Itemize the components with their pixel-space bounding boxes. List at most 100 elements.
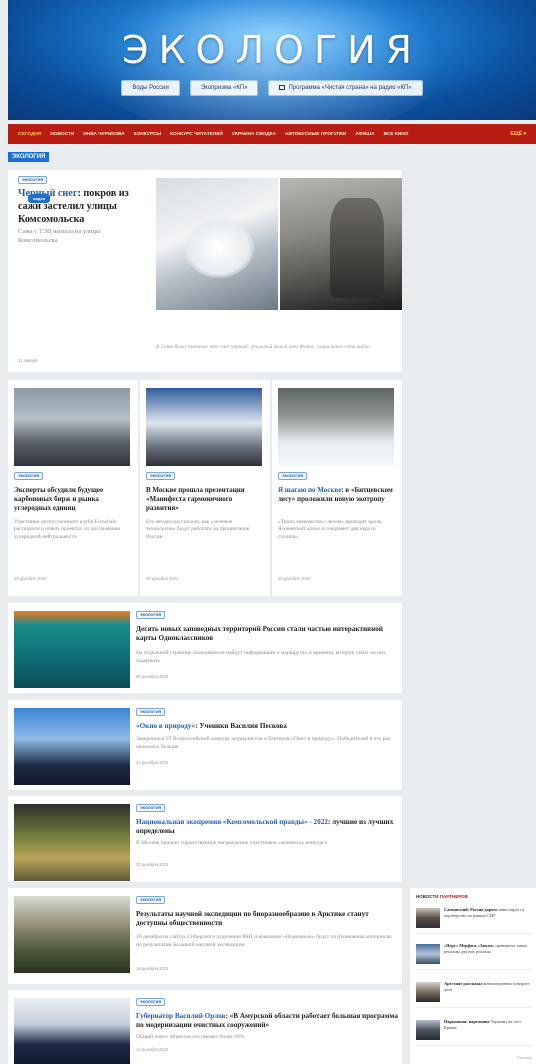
hero-link-label: Программа «Чистая страна» на радио «КП» bbox=[288, 85, 412, 91]
headline-highlight: Губернатор Василий Орлов bbox=[136, 1012, 226, 1020]
headline-highlight: Национальная экопремия «Комсомольской пр… bbox=[136, 818, 328, 826]
news-lead: Участники дискуссионного клуба Ecowhale … bbox=[14, 519, 121, 540]
nav-item-cinema[interactable]: ВСЕ КИНО bbox=[384, 132, 409, 137]
category-badge[interactable]: ЭКОЛОГИЯ bbox=[136, 896, 166, 904]
news-card[interactable]: ЭКОЛОГИЯ В Москве прошла презентация «Ма… bbox=[140, 380, 270, 596]
section-label[interactable]: ЭКОЛОГИЯ bbox=[8, 152, 50, 162]
partner-news-item[interactable]: «Перу» Мерфи и «Аккол» проверили, какие … bbox=[416, 940, 532, 970]
sidebar-heading-prefix: НОВОСТИ bbox=[416, 894, 439, 899]
partner-news-text[interactable]: «Перу» Мерфи и «Аккол» проверили, какие … bbox=[444, 943, 532, 955]
news-thumbnail[interactable] bbox=[14, 998, 130, 1064]
nav-item-ukraine[interactable]: УКРАИНА СВОДКА bbox=[232, 132, 276, 137]
news-date: 15 декабря 2022 bbox=[136, 966, 169, 971]
partner-news-text[interactable]: Арестант рассказал о неожиданном поворот… bbox=[444, 981, 532, 993]
nav-item-bus-tours[interactable]: АВТОБУСНЫЕ ПРОГУЛКИ bbox=[285, 132, 346, 137]
nav-item-contests[interactable]: КОНКУРСЫ bbox=[134, 132, 161, 137]
news-date: 14 декабря 2022 bbox=[136, 1047, 169, 1052]
hero-link-ecoprism[interactable]: Экопризма «КП» bbox=[189, 80, 259, 96]
nav-item-readers-contest[interactable]: КОНКУРС ЧИТАТЕЛЕЙ bbox=[170, 132, 223, 137]
partner-news-title: Сачковский: Россия дорого bbox=[444, 907, 498, 912]
news-headline[interactable]: Эксперты обсудили будущее карбоновых бир… bbox=[14, 486, 132, 512]
news-card[interactable]: ЭКОЛОГИЯ Я шагаю по Москве: в «Битцевско… bbox=[272, 380, 402, 596]
ad-label: Рекламы bbox=[517, 1056, 532, 1060]
news-thumbnail[interactable] bbox=[14, 388, 130, 466]
hero-links: Воды России Экопризма «КП» Программа «Чи… bbox=[8, 80, 536, 96]
news-thumbnail[interactable] bbox=[14, 804, 130, 881]
feature-lead: Сажа с ТЭЦ выпала на улицы Комсомольска bbox=[18, 228, 101, 244]
partner-news-thumbnail[interactable] bbox=[416, 944, 440, 964]
feature-card[interactable]: ЭКОЛОГИЯ Черный снег: покров из сажи зас… bbox=[8, 170, 402, 372]
category-badge[interactable]: ЭКОЛОГИЯ bbox=[136, 804, 166, 812]
feature-caption: В Сети было замечено что снег черный: ре… bbox=[156, 344, 370, 350]
partner-news-item[interactable]: Нарышкин: нарежение Украины на счет Крым… bbox=[416, 1016, 532, 1046]
sidebar-heading: НОВОСТИ ПАРТНЕРОВ bbox=[416, 894, 468, 899]
nav-item-today[interactable]: СЕГОДНЯ bbox=[18, 132, 41, 137]
sidebar-heading-accent: ПАРТНЕРОВ bbox=[439, 894, 468, 899]
news-date: 21 декабря 2022 bbox=[136, 760, 169, 765]
news-headline[interactable]: «Окно в природу»: Ученики Василия Песков… bbox=[136, 722, 398, 731]
video-badge: видео bbox=[28, 194, 51, 203]
partner-news-sidebar: НОВОСТИ ПАРТНЕРОВ Сачковский: Россия дор… bbox=[410, 888, 536, 1064]
partner-news-title: Арестант рассказал о bbox=[444, 981, 486, 986]
news-row[interactable]: ЭКОЛОГИЯ Губернатор Василий Орлов: «В Ам… bbox=[8, 990, 402, 1064]
partner-news-thumbnail[interactable] bbox=[416, 908, 440, 928]
news-lead: 16 декабря на сайтах Сибирского отделени… bbox=[136, 934, 392, 948]
nav-item-afisha[interactable]: АФИША bbox=[355, 132, 374, 137]
news-date: 28 декабря 2022 bbox=[146, 576, 179, 581]
feature-headline[interactable]: Черный снег: покров из сажи застелил ули… bbox=[18, 188, 146, 226]
news-thumbnail[interactable] bbox=[14, 896, 130, 973]
category-badge[interactable]: ЭКОЛОГИЯ bbox=[136, 998, 166, 1006]
news-thumbnail[interactable] bbox=[14, 708, 130, 785]
headline-text: : Ученики Василия Пескова bbox=[195, 722, 287, 730]
news-headline[interactable]: Десять новых заповедных территорий Росси… bbox=[136, 625, 398, 643]
news-lead: В Москве прошло торжественное награждени… bbox=[136, 840, 328, 846]
news-headline[interactable]: Результаты научной экспедиции по биоразн… bbox=[136, 910, 398, 928]
feature-image-black-snow[interactable] bbox=[280, 178, 402, 310]
partner-news-text[interactable]: Сачковский: Россия дорого инвестирует в … bbox=[444, 907, 532, 919]
partner-news-item[interactable]: Арестант рассказал о неожиданном поворот… bbox=[416, 978, 532, 1008]
news-headline[interactable]: Национальная экопремия «Комсомольской пр… bbox=[136, 818, 398, 836]
hero-link-clean-country[interactable]: Программа «Чистая страна» на радио «КП» bbox=[268, 80, 423, 96]
news-headline[interactable]: Я шагаю по Москве: в «Битцевском лесу» п… bbox=[278, 486, 396, 504]
partner-news-title: «Перу» Мерфи и «Аккол» bbox=[444, 943, 495, 948]
news-date: 20 декабря 2022 bbox=[136, 862, 169, 867]
category-badge[interactable]: ЭКОЛОГИЯ bbox=[136, 611, 166, 619]
feature-date: 11 января bbox=[18, 358, 38, 363]
news-thumbnail[interactable] bbox=[278, 388, 394, 466]
news-lead: «Тропа знакомства с лесом» проходит вдол… bbox=[278, 519, 382, 540]
partner-news-thumbnail[interactable] bbox=[416, 1020, 440, 1040]
top-nav: СЕГОДНЯ НОВОСТИ ИНВА ЧУРИКОВА КОНКУРСЫ К… bbox=[8, 124, 536, 144]
news-thumbnail[interactable] bbox=[14, 611, 130, 688]
headline-highlight: Я шагаю по Москве bbox=[278, 486, 342, 494]
hero-link-waters[interactable]: Воды России bbox=[121, 80, 180, 96]
category-badge[interactable]: ЭКОЛОГИЯ bbox=[136, 708, 166, 716]
news-lead: Общий износ объектов составляет более 60… bbox=[136, 1034, 245, 1040]
partner-news-title: Нарышкин: нарежение bbox=[444, 1019, 490, 1024]
news-row[interactable]: ЭКОЛОГИЯ Результаты научной экспедиции п… bbox=[8, 888, 402, 984]
news-row[interactable]: ЭКОЛОГИЯ Национальная экопремия «Комсомо… bbox=[8, 796, 402, 882]
radio-icon bbox=[279, 85, 286, 90]
category-badge[interactable]: ЭКОЛОГИЯ bbox=[18, 176, 48, 184]
headline-highlight: «Окно в природу» bbox=[136, 722, 196, 730]
category-badge[interactable]: ЭКОЛОГИЯ bbox=[146, 472, 176, 480]
nav-more-button[interactable]: ЕЩЁ ▾ bbox=[510, 131, 526, 137]
news-thumbnail[interactable] bbox=[146, 388, 262, 466]
news-lead: Его авторы рассказали, как «зеленые техн… bbox=[146, 519, 250, 540]
partner-news-item[interactable]: Сачковский: Россия дорого инвестирует в … bbox=[416, 904, 532, 934]
nav-item-churikova[interactable]: ИНВА ЧУРИКОВА bbox=[83, 132, 124, 137]
news-row[interactable]: ЭКОЛОГИЯ Десять новых заповедных террито… bbox=[8, 603, 402, 693]
partner-news-thumbnail[interactable] bbox=[416, 982, 440, 1002]
partner-news-text[interactable]: Нарышкин: нарежение Украины на счет Крым… bbox=[444, 1019, 532, 1031]
news-row[interactable]: ЭКОЛОГИЯ «Окно в природу»: Ученики Васил… bbox=[8, 700, 402, 790]
news-headline[interactable]: Губернатор Василий Орлов: «В Амурской об… bbox=[136, 1012, 398, 1030]
news-date: 29 декабря 2022 bbox=[14, 576, 47, 581]
hero-banner: ЭКОЛОГИЯ Воды России Экопризма «КП» Прог… bbox=[8, 0, 536, 120]
news-lead: На отдельной странице пользователи найду… bbox=[136, 650, 386, 664]
news-lead: Завершился VI Всероссийский конкурс журн… bbox=[136, 736, 391, 750]
category-badge[interactable]: ЭКОЛОГИЯ bbox=[14, 472, 44, 480]
news-headline[interactable]: В Москве прошла презентация «Манифеста г… bbox=[146, 486, 264, 512]
news-card[interactable]: ЭКОЛОГИЯ Эксперты обсудили будущее карбо… bbox=[8, 380, 138, 596]
category-badge[interactable]: ЭКОЛОГИЯ bbox=[278, 472, 308, 480]
feature-image-white-snow[interactable] bbox=[156, 178, 278, 310]
nav-item-news[interactable]: НОВОСТИ bbox=[50, 132, 74, 137]
